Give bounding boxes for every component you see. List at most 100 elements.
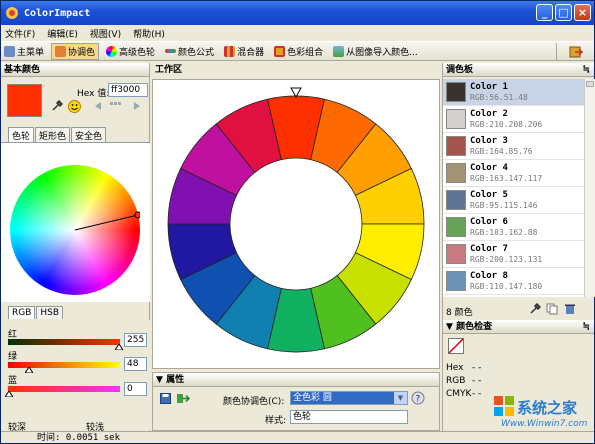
combo-icon (274, 45, 286, 57)
blue-value-input[interactable]: 0 (124, 382, 147, 396)
palette-item-rgb: RGB:95.115.146 (470, 201, 538, 210)
book-icon (4, 45, 15, 57)
back-arrow-icon[interactable] (93, 101, 103, 111)
toolbar-mixer[interactable]: 混合器 (221, 43, 267, 60)
palette-item[interactable]: Color 4 RGB:163.147.117 (443, 160, 584, 187)
tab-hsb[interactable]: HSB (36, 306, 64, 319)
watermark-brand: 系统之家 (517, 399, 578, 417)
menu-edit[interactable]: 编辑(E) (47, 27, 78, 40)
red-slider[interactable] (8, 339, 120, 345)
no-color-swatch[interactable] (448, 338, 464, 354)
green-label: 绿 (8, 352, 18, 362)
palette-item-name: Color 8 (470, 271, 508, 281)
harmony-label: 颜色协调色(C): (223, 397, 285, 407)
close-button[interactable]: × (574, 4, 591, 21)
style-label: 样式: (265, 416, 287, 426)
export-arrow-icon[interactable] (177, 393, 190, 404)
main-toolbar: 主菜单 协调色 高级色轮 颜色公式 混合器 色彩组合 从图像导入颜色... (1, 41, 594, 61)
work-area (152, 79, 440, 369)
palette-item[interactable]: Color 3 RGB:164.85.76 (443, 133, 584, 160)
scroll-up-icon[interactable] (586, 81, 594, 87)
menu-file[interactable]: 文件(F) (5, 27, 35, 40)
palette-item-name: Color 4 (470, 163, 508, 173)
help-icon[interactable]: ? (411, 391, 425, 405)
current-color-swatch[interactable] (7, 84, 42, 117)
red-slider-thumb[interactable] (115, 344, 123, 350)
toolbar-combo[interactable]: 色彩组合 (271, 43, 326, 60)
palette-eyedropper-icon[interactable] (529, 303, 541, 315)
palette-item-rgb: RGB:103.162.88 (470, 228, 538, 237)
maximize-button[interactable]: □ (555, 4, 572, 21)
menu-view[interactable]: 视图(V) (90, 27, 121, 40)
color-check-header: ▼ 颜色检查 ≒ (443, 320, 594, 334)
check-key: CMYK (446, 389, 472, 399)
check-value: - - (472, 363, 482, 373)
rgb-sliders: 红 255 绿 48 蓝 0 较深 较浅 (1, 320, 150, 433)
palette-item[interactable]: Color 1 RGB:56.51.48 (443, 79, 584, 106)
palette-swatch (446, 109, 466, 129)
palette-swatch (446, 136, 466, 156)
properties-panel: ▼ 属性 颜色协调色(C): 全色彩 圆 ▼ ? 样式: 色轮 (152, 372, 440, 431)
toolbar-import-image[interactable]: 从图像导入颜色... (330, 43, 421, 60)
formula-icon (165, 49, 177, 53)
palette-item[interactable]: Color 8 RGB:110.147.180 (443, 268, 584, 295)
blue-slider-thumb[interactable] (5, 391, 13, 397)
app-logo-icon (6, 7, 18, 19)
minimize-button[interactable]: _ (536, 4, 553, 21)
collapse-icon[interactable]: ▼ (156, 375, 166, 385)
green-slider-thumb[interactable] (25, 367, 33, 373)
palette-item[interactable]: Color 2 RGB:210.208.206 (443, 106, 584, 133)
blue-slider[interactable] (8, 386, 120, 392)
toolbar-formula[interactable]: 颜色公式 (162, 43, 217, 60)
palette-item[interactable]: Color 6 RGB:103.162.88 (443, 214, 584, 241)
windows-logo-icon (494, 396, 514, 416)
palette-swatch (446, 163, 466, 183)
harmony-wheel[interactable] (153, 80, 439, 368)
wheel-pointer[interactable] (10, 165, 140, 295)
chevron-down-icon[interactable]: ▼ (394, 392, 407, 404)
image-import-icon (333, 45, 345, 57)
green-value-input[interactable]: 48 (124, 357, 147, 371)
palette-menu-icon[interactable]: ≒ (582, 63, 590, 77)
palette-item-name: Color 5 (470, 190, 508, 200)
mixer-icon (224, 45, 236, 57)
check-key: Hex (446, 363, 464, 373)
palette-item[interactable]: Color 5 RGB:95.115.146 (443, 187, 584, 214)
tab-safe-colors[interactable]: 安全色 (71, 127, 107, 143)
menu-help[interactable]: 帮助(H) (133, 27, 165, 40)
eyedropper-icon[interactable] (51, 100, 63, 112)
palette-item[interactable]: Color 7 RGB:200.123.131 (443, 241, 584, 268)
smiley-icon[interactable] (68, 100, 81, 113)
palette-list: Color 1 RGB:56.51.48 Color 2 RGB:210.208.20… (443, 79, 584, 297)
toolbar-advanced-wheel[interactable]: 高级色轮 (103, 43, 158, 60)
collapse-check-icon[interactable]: ▼ (446, 322, 456, 332)
palette-item-rgb: RGB:210.208.206 (470, 120, 543, 129)
palette-item-rgb: RGB:110.147.180 (470, 282, 543, 291)
blue-label: 蓝 (8, 376, 18, 386)
palette-scrollbar[interactable] (584, 79, 595, 297)
palette-swatch (446, 82, 466, 102)
check-menu-icon[interactable]: ≒ (582, 320, 590, 334)
style-select[interactable]: 色轮 (290, 410, 408, 424)
tab-rgb[interactable]: RGB (8, 306, 36, 319)
trash-icon[interactable] (564, 303, 576, 315)
hex-label: Hex 值: (77, 89, 110, 99)
toolbar-main-menu[interactable]: 主菜单 (1, 43, 47, 60)
palette-item-name: Color 3 (470, 136, 508, 146)
harmony-select[interactable]: 全色彩 圆 (290, 391, 408, 405)
basic-color-panel: 基本颜色 Hex 值: ff3000 色轮 矩形色 安全色 RGB HSB 红 … (1, 63, 150, 433)
toolbar-harmony[interactable]: 协调色 (51, 42, 100, 60)
toolbar-extra[interactable] (556, 43, 594, 60)
grid-icon[interactable] (109, 101, 123, 111)
tab-wheel[interactable]: 色轮 (8, 127, 35, 143)
tab-rectangle[interactable]: 矩形色 (35, 127, 71, 143)
save-icon[interactable] (160, 393, 171, 404)
forward-arrow-icon[interactable] (132, 101, 142, 111)
palette-item-rgb: RGB:164.85.76 (470, 147, 533, 156)
hex-input[interactable]: ff3000 (108, 83, 148, 97)
palette-item-name: Color 6 (470, 217, 508, 227)
copy-icon[interactable] (546, 303, 558, 315)
work-header: 工作区 (152, 63, 440, 77)
red-value-input[interactable]: 255 (124, 333, 147, 347)
check-value: - - (472, 376, 482, 386)
